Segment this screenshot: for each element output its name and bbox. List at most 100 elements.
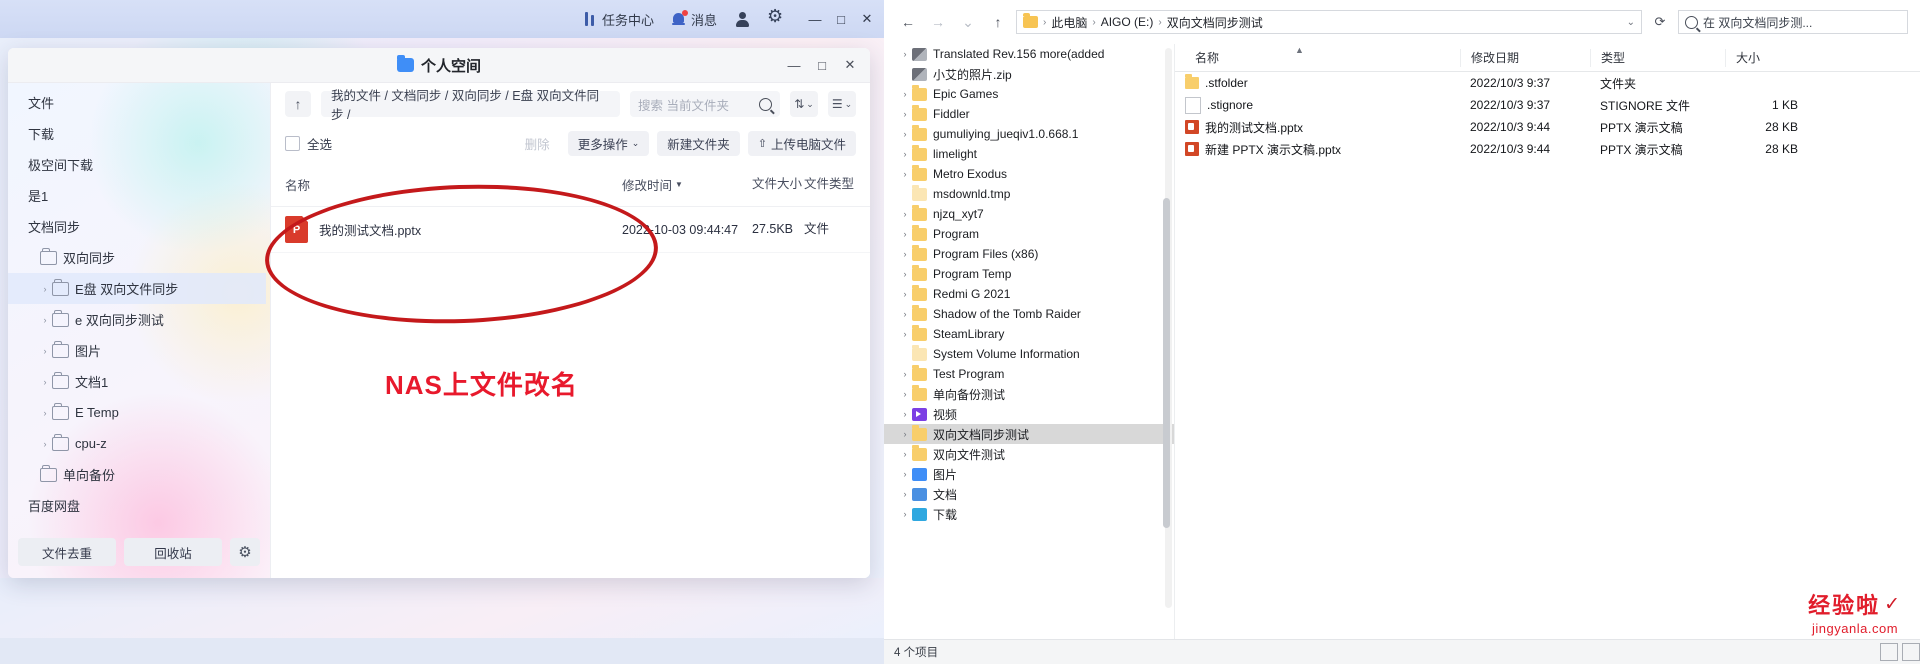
explorer-tree-item-0[interactable]: › Translated Rev.156 more(added	[884, 44, 1174, 64]
chevron-right-icon[interactable]: ›	[898, 149, 912, 159]
explorer-file-row[interactable]: .stignore 2022/10/3 9:37 STIGNORE 文件 1 KB	[1175, 94, 1920, 116]
upload-file-button[interactable]: ⇧ 上传电脑文件	[747, 130, 856, 156]
details-view-icon[interactable]	[1880, 643, 1898, 661]
chevron-right-icon[interactable]: ›	[898, 289, 912, 299]
dedupe-button[interactable]: 文件去重	[18, 538, 116, 566]
explorer-tree-item-3[interactable]: › Fiddler	[884, 104, 1174, 124]
explorer-file-row[interactable]: 新建 PPTX 演示文稿.pptx 2022/10/3 9:44 PPTX 演示文稿…	[1175, 138, 1920, 160]
chevron-right-icon[interactable]: ›	[898, 49, 912, 59]
sidebar-item-12[interactable]: 单向备份	[8, 459, 266, 490]
app-maximize-button[interactable]: □	[828, 6, 854, 32]
chevron-right-icon[interactable]: ›	[898, 469, 912, 479]
chevron-right-icon[interactable]: ›	[38, 377, 52, 387]
sidebar-item-8[interactable]: › 图片	[8, 335, 266, 366]
chevron-right-icon[interactable]: ›	[898, 309, 912, 319]
explorer-tree-item-4[interactable]: › gumuliying_jueqiv1.0.668.1	[884, 124, 1174, 144]
scrollbar-thumb[interactable]	[1163, 198, 1170, 528]
explorer-tree-item-18[interactable]: › 视频	[884, 404, 1174, 424]
back-button[interactable]: ←	[896, 10, 920, 34]
app-minimize-button[interactable]: —	[802, 6, 828, 32]
go-up-button[interactable]: ↑	[285, 91, 311, 117]
nas-folder-tree[interactable]: 文件 下载 极空间下载 是1 文档同步 双向同步 › E盘 双向文件同步 › e 双向同步测试 › 图…	[8, 83, 266, 529]
sidebar-item-0[interactable]: 文件	[8, 87, 266, 118]
chevron-right-icon[interactable]: ›	[898, 209, 912, 219]
address-breadcrumb[interactable]: › 此电脑 › AIGO (E:) › 双向文档同步测试 ⌄	[1016, 10, 1642, 34]
chevron-right-icon[interactable]: ›	[898, 509, 912, 519]
minimize-button[interactable]: —	[780, 51, 808, 79]
maximize-button[interactable]: □	[808, 51, 836, 79]
explorer-tree-item-14[interactable]: › SteamLibrary	[884, 324, 1174, 344]
sidebar-item-9[interactable]: › 文档1	[8, 366, 266, 397]
task-center-button[interactable]: 任务中心	[583, 10, 654, 29]
forward-button[interactable]: →	[926, 10, 950, 34]
chevron-right-icon[interactable]: ›	[898, 369, 912, 379]
sidebar-item-10[interactable]: › E Temp	[8, 397, 266, 428]
app-close-button[interactable]: ✕	[854, 6, 880, 32]
explorer-tree-item-17[interactable]: › 单向备份测试	[884, 384, 1174, 404]
sidebar-item-3[interactable]: 是1	[8, 180, 266, 211]
recycle-bin-button[interactable]: 回收站	[124, 538, 222, 566]
sidebar-item-2[interactable]: 极空间下载	[8, 149, 266, 180]
chevron-right-icon[interactable]: ›	[898, 429, 912, 439]
chevron-right-icon[interactable]: ›	[38, 346, 52, 356]
messages-button[interactable]: 消息	[671, 9, 717, 29]
chevron-right-icon[interactable]: ›	[898, 389, 912, 399]
breadcrumb-segment-0[interactable]: 此电脑	[1051, 14, 1087, 31]
sidebar-item-6[interactable]: › E盘 双向文件同步	[8, 273, 266, 304]
explorer-tree-item-2[interactable]: › Epic Games	[884, 84, 1174, 104]
chevron-right-icon[interactable]: ›	[898, 249, 912, 259]
sidebar-item-13[interactable]: 百度网盘	[8, 490, 266, 521]
new-folder-button[interactable]: 新建文件夹	[657, 130, 740, 156]
search-input[interactable]: 搜索 当前文件夹	[630, 91, 780, 117]
explorer-tree-item-8[interactable]: › njzq_xyt7	[884, 204, 1174, 224]
chevron-down-icon[interactable]: ⌄	[1627, 17, 1635, 28]
recent-locations-button[interactable]: ⌄	[956, 10, 980, 34]
breadcrumb[interactable]: 我的文件 / 文档同步 / 双向同步 / E盘 双向文件同步 /	[321, 89, 620, 122]
view-buttons[interactable]	[1880, 643, 1920, 661]
close-button[interactable]: ✕	[836, 51, 864, 79]
explorer-tree-item-5[interactable]: › limelight	[884, 144, 1174, 164]
chevron-right-icon[interactable]: ›	[38, 439, 52, 449]
chevron-right-icon[interactable]: ›	[898, 109, 912, 119]
explorer-tree-item-19[interactable]: › 双向文档同步测试	[884, 424, 1174, 444]
sidebar-settings-gear-icon[interactable]: ⚙	[230, 538, 260, 566]
chevron-right-icon[interactable]: ›	[38, 408, 52, 418]
sidebar-item-4[interactable]: 文档同步	[8, 211, 266, 242]
explorer-tree-scrollbar[interactable]	[1163, 48, 1172, 608]
chevron-right-icon[interactable]: ›	[898, 89, 912, 99]
explorer-tree-item-11[interactable]: › Program Temp	[884, 264, 1174, 284]
sidebar-item-1[interactable]: 下载	[8, 118, 266, 149]
explorer-tree-item-23[interactable]: › 下载	[884, 504, 1174, 524]
select-all-checkbox[interactable]: 全选	[285, 134, 332, 153]
chevron-right-icon[interactable]: ›	[898, 169, 912, 179]
chevron-right-icon[interactable]: ›	[898, 269, 912, 279]
more-actions-button[interactable]: 更多操作 ⌄	[567, 130, 650, 156]
chevron-right-icon[interactable]: ›	[898, 449, 912, 459]
explorer-tree-item-22[interactable]: › 文档	[884, 484, 1174, 504]
explorer-tree-item-7[interactable]: msdownld.tmp	[884, 184, 1174, 204]
explorer-tree-item-1[interactable]: 小艾的照片.zip	[884, 64, 1174, 84]
column-header-date[interactable]: 修改日期	[1460, 48, 1590, 67]
sidebar-item-11[interactable]: › cpu-z	[8, 428, 266, 459]
chevron-right-icon[interactable]: ›	[898, 129, 912, 139]
view-mode-icon[interactable]: ☰ ⌄	[828, 91, 856, 117]
explorer-tree-list[interactable]: › Translated Rev.156 more(added 小艾的照片.zip ›…	[884, 44, 1174, 524]
explorer-tree-item-16[interactable]: › Test Program	[884, 364, 1174, 384]
explorer-navigation-pane[interactable]: › Translated Rev.156 more(added 小艾的照片.zip ›…	[884, 44, 1175, 664]
header-name[interactable]: 名称	[285, 163, 622, 206]
explorer-search-input[interactable]: 在 双向文档同步测...	[1678, 10, 1908, 34]
sidebar-item-5[interactable]: 双向同步	[8, 242, 266, 273]
chevron-right-icon[interactable]: ›	[38, 284, 52, 294]
explorer-tree-item-12[interactable]: › Redmi G 2021	[884, 284, 1174, 304]
chevron-right-icon[interactable]: ›	[898, 229, 912, 239]
explorer-tree-item-10[interactable]: › Program Files (x86)	[884, 244, 1174, 264]
table-row[interactable]: P 我的测试文档.pptx 2022-10-03 09:44:47 27.5KB 文件	[271, 207, 870, 253]
large-icons-view-icon[interactable]	[1902, 643, 1920, 661]
explorer-tree-item-15[interactable]: System Volume Information	[884, 344, 1174, 364]
up-button[interactable]: ↑	[986, 10, 1010, 34]
header-size[interactable]: 文件大小	[752, 163, 804, 206]
sort-icon[interactable]: ⇅ ⌄	[790, 91, 818, 117]
column-header-name[interactable]: 名称	[1185, 49, 1460, 67]
explorer-tree-item-9[interactable]: › Program	[884, 224, 1174, 244]
chevron-right-icon[interactable]: ›	[898, 329, 912, 339]
